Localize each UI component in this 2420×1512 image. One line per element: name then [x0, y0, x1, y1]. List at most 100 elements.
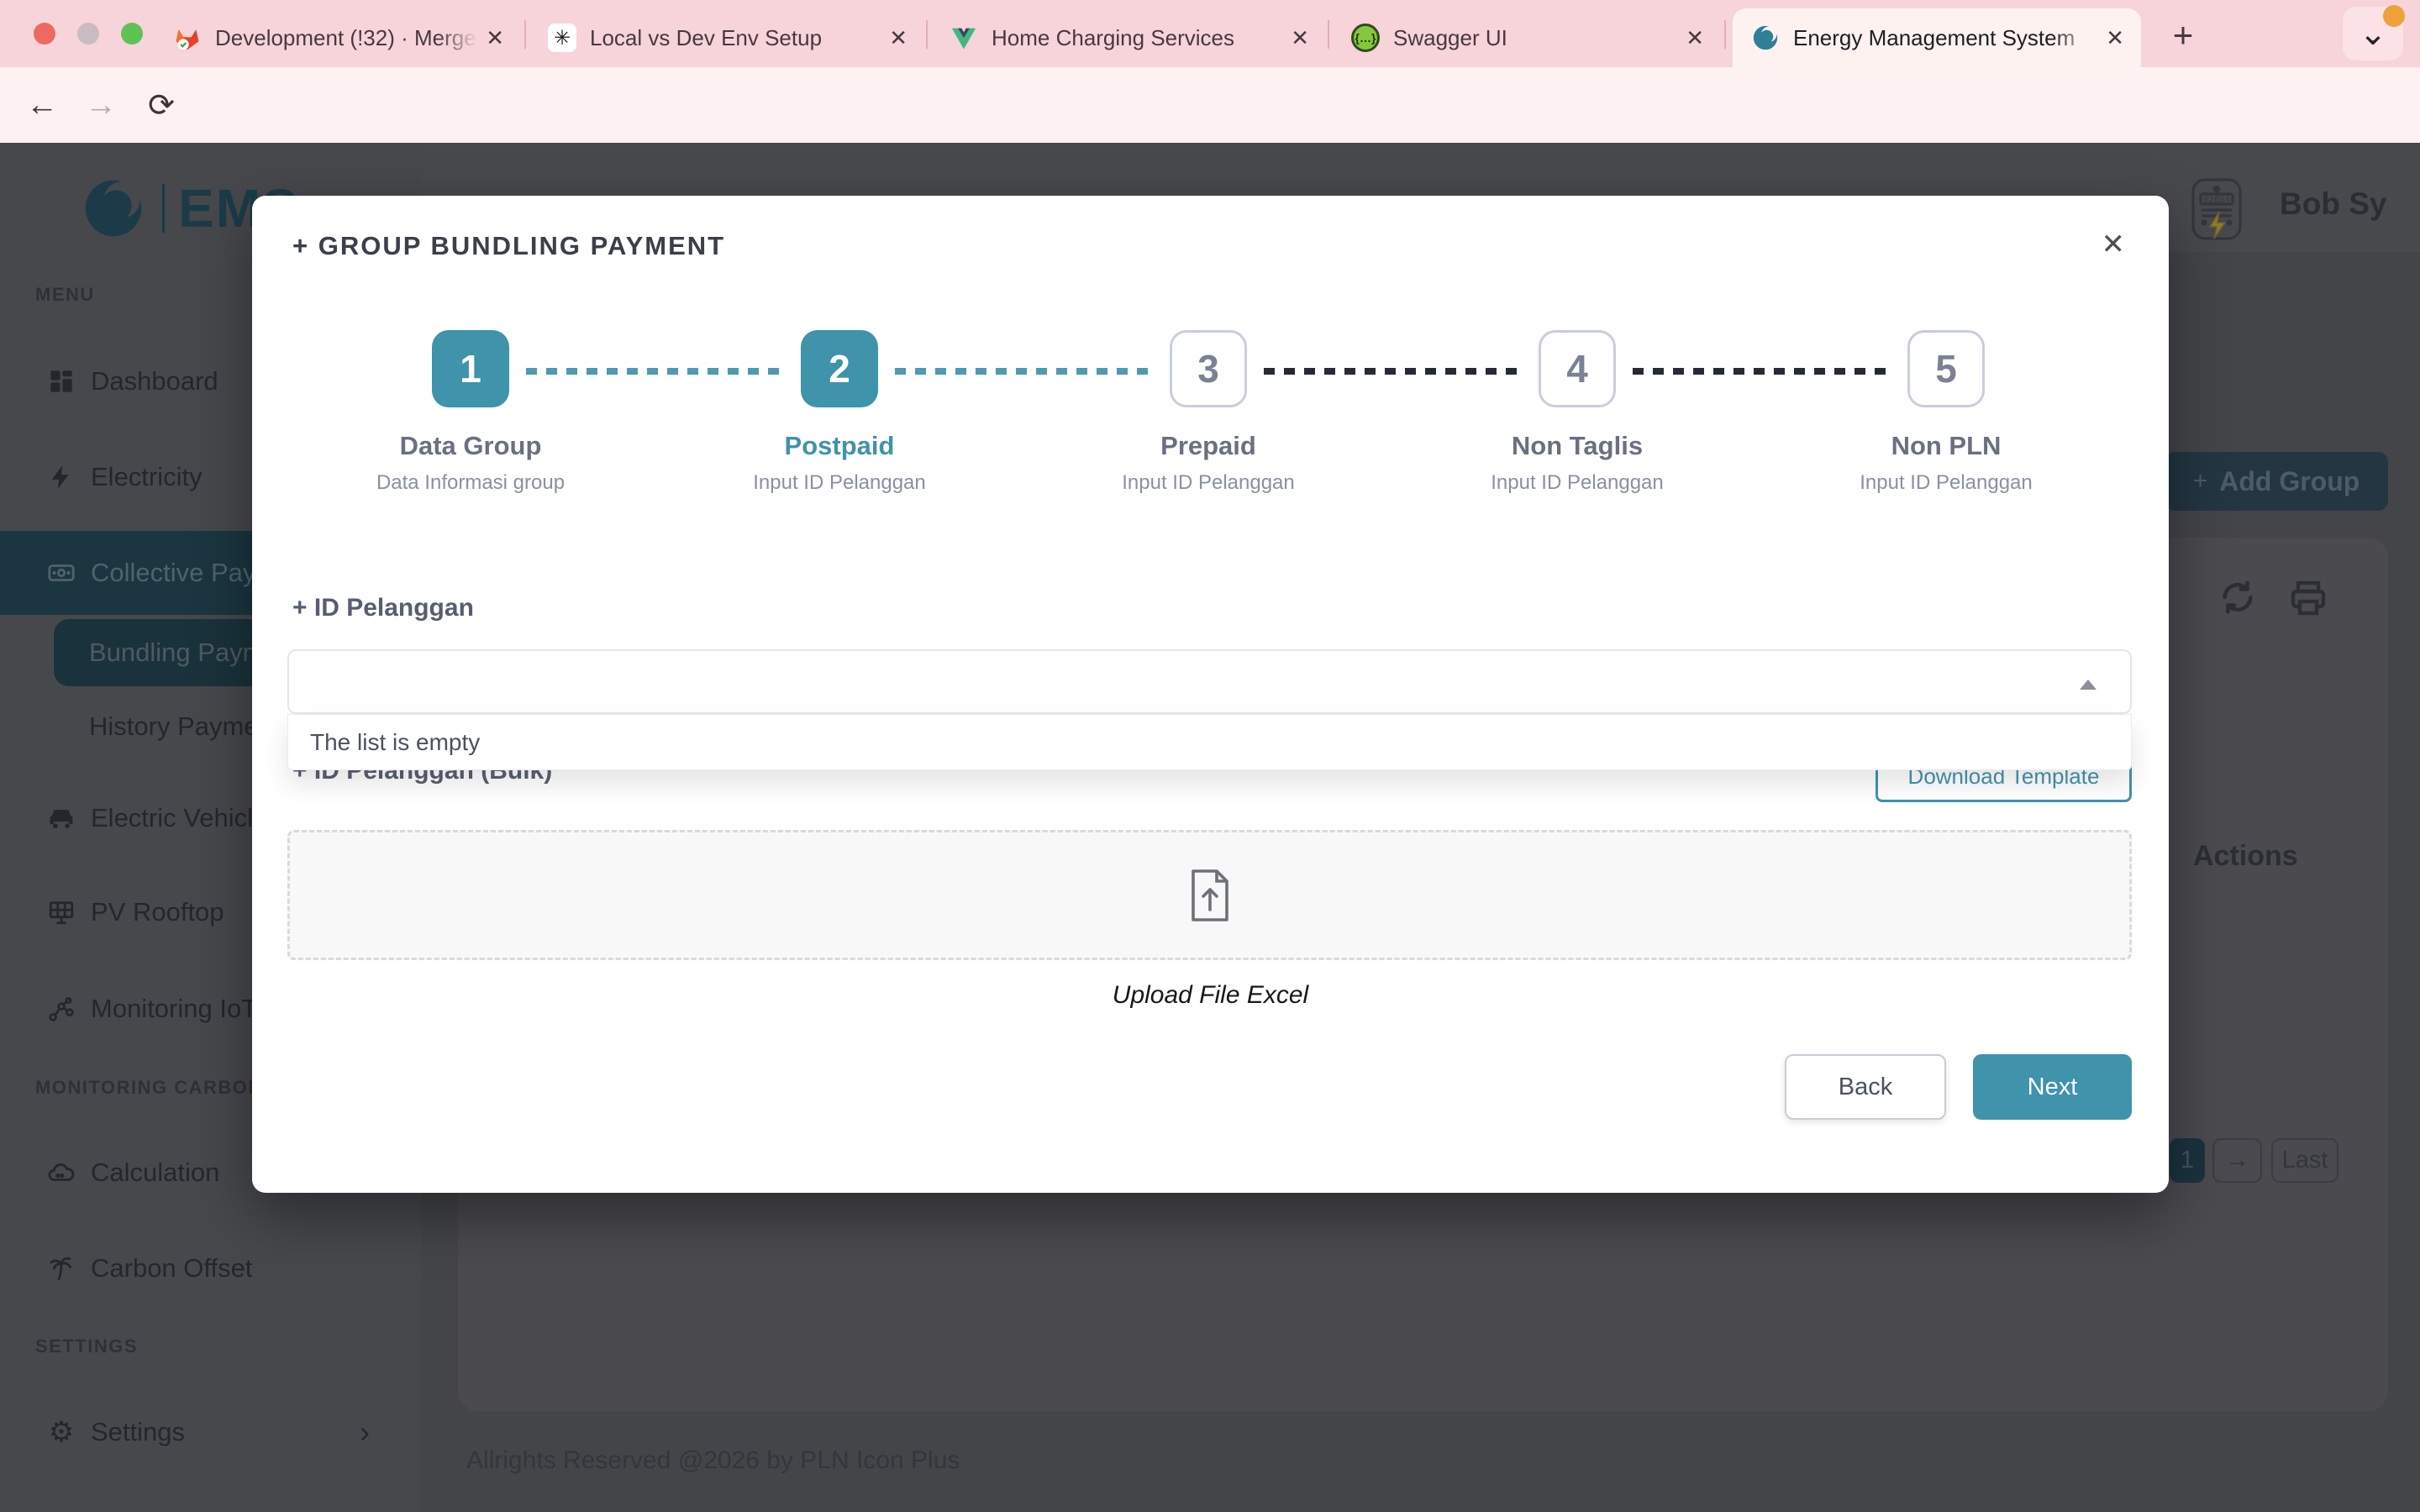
step-number: 2 — [801, 330, 878, 407]
vue-icon — [950, 24, 978, 52]
upload-hint: Upload File Excel — [252, 981, 2169, 1010]
file-dropzone[interactable] — [287, 830, 2132, 960]
sidebar-item-carbon-offset[interactable]: Carbon Offset — [0, 1242, 421, 1294]
back-icon[interactable]: ← — [18, 67, 66, 143]
modal-close-icon[interactable]: ✕ — [2102, 228, 2126, 261]
file-upload-icon — [1188, 868, 1232, 923]
wizard-step-non-taglis[interactable]: 4 Non Taglis Input ID Pelanggan — [1426, 330, 1728, 495]
close-icon[interactable]: ✕ — [1686, 25, 1704, 51]
ems-icon — [1751, 24, 1780, 52]
tab-ems-active[interactable]: Energy Management System ✕ — [1733, 8, 2141, 67]
tab-title: Development (!32) · Merge re — [215, 25, 477, 51]
chevron-right-icon: › — [360, 1415, 370, 1450]
empty-list-message: The list is empty — [310, 729, 480, 756]
close-icon[interactable]: ✕ — [889, 25, 908, 51]
step-label: Prepaid — [1057, 431, 1360, 461]
new-tab-button[interactable]: + — [2160, 12, 2207, 59]
close-icon[interactable]: ✕ — [2106, 25, 2124, 51]
lightning-icon — [47, 463, 76, 491]
wizard-step-non-pln[interactable]: 5 Non PLN Input ID Pelanggan — [1795, 330, 2097, 495]
caret-up-icon — [2080, 680, 2096, 690]
step-sublabel: Data Informasi group — [319, 471, 622, 495]
reload-icon[interactable]: ⟳ — [138, 67, 185, 143]
tab-title: Home Charging Services — [992, 25, 1282, 51]
forward-icon[interactable]: → — [77, 67, 124, 143]
dashboard-icon — [47, 367, 76, 396]
tab-chatgpt[interactable]: ✳ Local vs Dev Env Setup ✕ — [529, 8, 924, 67]
step-number: 4 — [1539, 330, 1616, 407]
car-icon — [47, 804, 76, 832]
step-sublabel: Input ID Pelanggan — [1426, 471, 1728, 495]
user-name[interactable]: Bob Sy — [2280, 186, 2386, 222]
cloud-icon — [47, 1158, 76, 1187]
step-number: 1 — [432, 330, 509, 407]
id-pelanggan-select[interactable] — [287, 649, 2132, 714]
logo-divider — [162, 184, 165, 233]
iot-network-icon — [47, 995, 76, 1023]
tab-title: Local vs Dev Env Setup — [590, 25, 881, 51]
tab-separator — [926, 20, 928, 49]
settings-section-label: SETTINGS — [35, 1336, 138, 1357]
tab-separator — [524, 20, 526, 49]
sidebar-item-label: Calculation — [91, 1158, 219, 1188]
menu-section-label: MENU — [35, 284, 95, 306]
refresh-icon[interactable] — [2218, 578, 2257, 621]
actions-column-header: Actions — [2193, 840, 2298, 873]
tab-swagger[interactable]: {…} Swagger UI ✕ — [1333, 8, 1721, 67]
id-pelanggan-label: + ID Pelanggan — [292, 594, 474, 622]
step-number: 3 — [1170, 330, 1247, 407]
next-button[interactable]: Next — [1973, 1054, 2132, 1120]
sidebar-item-settings[interactable]: ⚙ Settings › — [0, 1406, 421, 1458]
browser-tab-bar: Development (!32) · Merge re ✕ ✳ Local v… — [0, 0, 2420, 67]
step-sublabel: Input ID Pelanggan — [1795, 471, 2097, 495]
pagination-last[interactable]: Last — [2271, 1138, 2338, 1183]
swagger-icon: {…} — [1351, 24, 1380, 52]
step-number: 5 — [1907, 330, 1985, 407]
tab-home-charging[interactable]: Home Charging Services ✕ — [931, 8, 1326, 67]
monitoring-carbon-section-label: MONITORING CARBON — [35, 1077, 263, 1099]
meter-reading: 02854 — [2203, 196, 2230, 206]
gitlab-icon — [173, 24, 202, 52]
traffic-light-minimize[interactable] — [77, 23, 99, 45]
palm-tree-icon — [47, 1254, 76, 1283]
back-button[interactable]: Back — [1785, 1054, 1946, 1120]
gear-icon: ⚙ — [47, 1418, 76, 1446]
traffic-light-close[interactable] — [34, 23, 55, 45]
print-icon[interactable] — [2288, 578, 2328, 622]
close-icon[interactable]: ✕ — [1291, 25, 1309, 51]
tab-development[interactable]: Development (!32) · Merge re ✕ — [155, 8, 521, 67]
wizard-step-postpaid[interactable]: 2 Postpaid Input ID Pelanggan — [688, 330, 991, 495]
add-group-label: Add Group — [2219, 466, 2360, 497]
pagination-next[interactable]: → — [2212, 1138, 2262, 1183]
plus-icon: + — [2193, 467, 2208, 496]
notification-dot — [2383, 5, 2405, 27]
swagger-braces: {…} — [1355, 31, 1376, 45]
back-label: Back — [1839, 1074, 1892, 1101]
pagination-page-1[interactable]: 1 — [2170, 1138, 2205, 1183]
sidebar-item-label: Settings — [91, 1417, 185, 1447]
tab-separator — [1724, 20, 1726, 49]
wizard-step-data-group[interactable]: 1 Data Group Data Informasi group — [319, 330, 622, 495]
next-label: Next — [2028, 1074, 2078, 1101]
step-sublabel: Input ID Pelanggan — [688, 471, 991, 495]
step-label: Non Taglis — [1426, 431, 1728, 461]
close-icon[interactable]: ✕ — [486, 25, 504, 51]
solar-panel-icon — [47, 898, 76, 927]
step-sublabel: Input ID Pelanggan — [1057, 471, 1360, 495]
step-label: Data Group — [319, 431, 622, 461]
meter-icon: 02854 — [2190, 176, 2244, 246]
step-label: Non PLN — [1795, 431, 2097, 461]
traffic-light-zoom[interactable] — [121, 23, 143, 45]
sidebar-item-label: Electricity — [91, 462, 203, 492]
chevron-down-icon: ⌄ — [2359, 14, 2387, 53]
select-dropdown-panel: The list is empty — [287, 714, 2132, 770]
tab-separator — [1328, 20, 1329, 49]
chatgpt-icon: ✳ — [548, 24, 576, 52]
add-group-button[interactable]: + Add Group — [2165, 452, 2388, 511]
sidebar-item-label: Monitoring IoT — [91, 994, 257, 1024]
sidebar-item-label: Electric Vehicle — [91, 803, 267, 833]
modal-title: + GROUP BUNDLING PAYMENT — [292, 231, 725, 261]
banknote-icon — [47, 559, 76, 587]
tab-title: Energy Management System — [1793, 25, 2097, 51]
wizard-step-prepaid[interactable]: 3 Prepaid Input ID Pelanggan — [1057, 330, 1360, 495]
